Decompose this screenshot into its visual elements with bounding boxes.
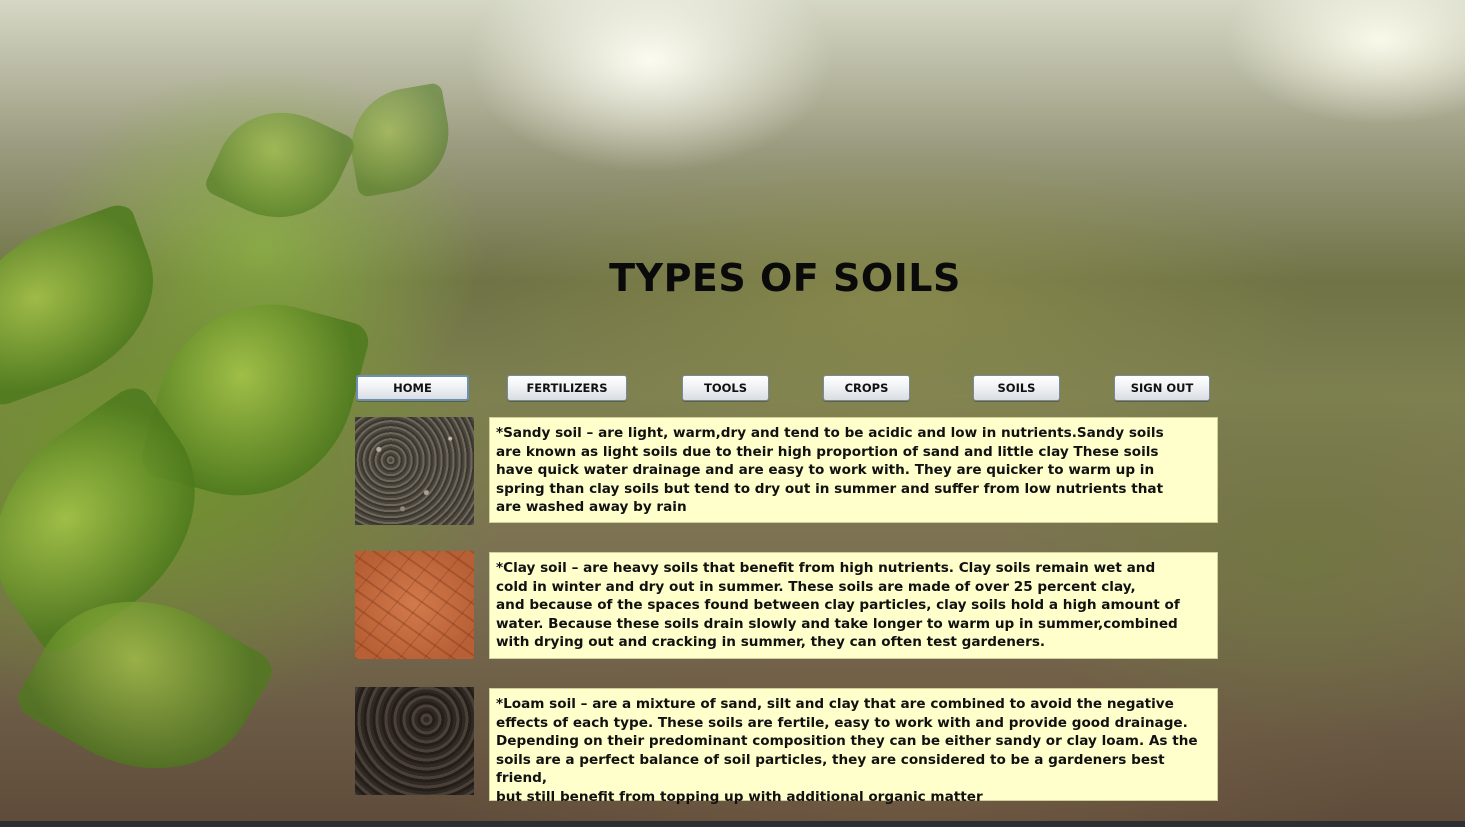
- sign-out-button[interactable]: SIGN OUT: [1114, 375, 1210, 401]
- leaf-shape: [0, 200, 180, 410]
- clay-soil-description: *Clay soil – are heavy soils that benefi…: [489, 552, 1218, 659]
- loam-soil-image: [355, 687, 474, 795]
- clay-soil-image: [355, 551, 474, 659]
- page-title: TYPES OF SOILS: [609, 256, 961, 300]
- sandy-soil-description: *Sandy soil – are light, warm,dry and te…: [489, 417, 1218, 523]
- loam-soil-description: *Loam soil – are a mixture of sand, silt…: [489, 688, 1218, 805]
- tools-button[interactable]: TOOLS: [682, 375, 769, 401]
- leaf-shape: [202, 89, 358, 241]
- crops-button[interactable]: CROPS: [823, 375, 910, 401]
- leaf-shape: [342, 82, 458, 198]
- home-button[interactable]: HOME: [356, 375, 469, 401]
- sandy-soil-image: [355, 417, 474, 525]
- soils-button[interactable]: SOILS: [973, 375, 1060, 401]
- fertilizers-button[interactable]: FERTILIZERS: [507, 375, 627, 401]
